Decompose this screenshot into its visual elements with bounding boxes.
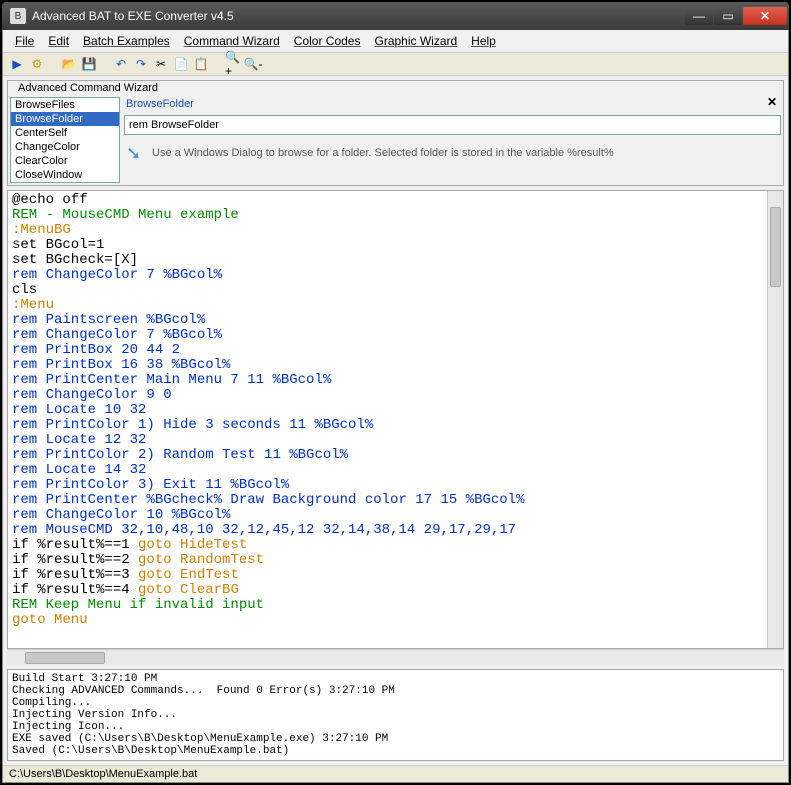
code-line: if %result%==3 goto EndTest — [12, 568, 763, 583]
zoom-out-icon[interactable]: 🔍- — [245, 56, 261, 72]
command-list-item[interactable]: ChangeColor — [11, 140, 119, 154]
code-line: rem ChangeColor 7 %BGcol% — [12, 328, 763, 343]
menu-color-codes[interactable]: Color Codes — [288, 32, 367, 50]
copy-icon[interactable]: 📄 — [173, 56, 189, 72]
code-line: rem ChangeColor 10 %BGcol% — [12, 508, 763, 523]
maximize-button[interactable]: ▭ — [714, 7, 742, 25]
status-path: C:\Users\B\Desktop\MenuExample.bat — [9, 768, 197, 780]
command-list-item[interactable]: CloseWindow — [11, 168, 119, 182]
wizard-command-title: BrowseFolder — [124, 97, 781, 111]
open-icon[interactable]: 📂 — [61, 56, 77, 72]
editor-horizontal-scrollbar[interactable] — [7, 649, 784, 665]
code-line: rem ChangeColor 9 0 — [12, 388, 763, 403]
code-editor-wrap: @echo offREM - MouseCMD Menu example:Men… — [7, 190, 784, 649]
code-line: goto Menu — [12, 613, 763, 628]
redo-icon[interactable]: ↷ — [133, 56, 149, 72]
code-editor[interactable]: @echo offREM - MouseCMD Menu example:Men… — [8, 191, 767, 648]
code-line: rem PrintBox 16 38 %BGcol% — [12, 358, 763, 373]
command-list-item[interactable]: CenterSelf — [11, 126, 119, 140]
code-line: if %result%==2 goto RandomTest — [12, 553, 763, 568]
code-line: rem PrintColor 3) Exit 11 %BGcol% — [12, 478, 763, 493]
menu-batch-examples[interactable]: Batch Examples — [77, 32, 176, 50]
command-list-item[interactable]: ClearColor — [11, 154, 119, 168]
code-line: REM Keep Menu if invalid input — [12, 598, 763, 613]
code-line: if %result%==1 goto HideTest — [12, 538, 763, 553]
wizard-description: Use a Windows Dialog to browse for a fol… — [152, 147, 614, 159]
titlebar[interactable]: B Advanced BAT to EXE Converter v4.5 — ▭… — [2, 2, 789, 30]
menu-command-wizard[interactable]: Command Wizard — [178, 32, 286, 50]
wizard-command-input[interactable] — [124, 115, 781, 135]
close-button[interactable]: ✕ — [743, 7, 787, 25]
output-console[interactable]: Build Start 3:27:10 PM Checking ADVANCED… — [7, 669, 784, 761]
command-list-item[interactable]: BrowseFiles — [11, 98, 119, 112]
code-line: rem ChangeColor 7 %BGcol% — [12, 268, 763, 283]
window-title: Advanced BAT to EXE Converter v4.5 — [32, 9, 685, 23]
code-line: rem Locate 12 32 — [12, 433, 763, 448]
gear-icon[interactable]: ⚙ — [29, 56, 45, 72]
code-line: rem PrintBox 20 44 2 — [12, 343, 763, 358]
code-line: if %result%==4 goto ClearBG — [12, 583, 763, 598]
app-window: B Advanced BAT to EXE Converter v4.5 — ▭… — [0, 0, 791, 785]
cut-icon[interactable]: ✂ — [153, 56, 169, 72]
code-line: :Menu — [12, 298, 763, 313]
code-line: REM - MouseCMD Menu example — [12, 208, 763, 223]
menu-file[interactable]: File — [9, 32, 40, 50]
wizard-panel-label: Advanced Command Wizard — [14, 82, 162, 94]
code-line: rem Locate 14 32 — [12, 463, 763, 478]
code-line: rem MouseCMD 32,10,48,10 32,12,45,12 32,… — [12, 523, 763, 538]
play-icon[interactable]: ▶ — [9, 56, 25, 72]
editor-vertical-scrollbar[interactable] — [767, 191, 783, 648]
code-line: cls — [12, 283, 763, 298]
app-icon: B — [10, 8, 26, 24]
command-list-item[interactable]: BrowseFolder — [11, 112, 119, 126]
menubar: File Edit Batch Examples Command Wizard … — [3, 30, 788, 53]
paste-icon[interactable]: 📋 — [193, 56, 209, 72]
command-list[interactable]: BrowseFilesBrowseFolderCenterSelfChangeC… — [10, 97, 120, 183]
save-icon[interactable]: 💾 — [81, 56, 97, 72]
undo-icon[interactable]: ↶ — [113, 56, 129, 72]
code-line: rem PrintColor 2) Random Test 11 %BGcol% — [12, 448, 763, 463]
code-line: @echo off — [12, 193, 763, 208]
code-line: rem PrintColor 1) Hide 3 seconds 11 %BGc… — [12, 418, 763, 433]
code-line: set BGcol=1 — [12, 238, 763, 253]
code-line: set BGcheck=[X] — [12, 253, 763, 268]
code-line: rem Paintscreen %BGcol% — [12, 313, 763, 328]
toolbar: ▶ ⚙ 📂 💾 ↶ ↷ ✂ 📄 📋 🔍+ 🔍- — [3, 53, 788, 76]
menu-edit[interactable]: Edit — [42, 32, 75, 50]
minimize-button[interactable]: — — [685, 7, 713, 25]
menu-graphic-wizard[interactable]: Graphic Wizard — [368, 32, 463, 50]
wizard-close-icon[interactable]: ✕ — [767, 95, 777, 109]
menu-help[interactable]: Help — [465, 32, 502, 50]
code-line: rem Locate 10 32 — [12, 403, 763, 418]
zoom-in-icon[interactable]: 🔍+ — [225, 56, 241, 72]
code-line: rem PrintCenter %BGcheck% Draw Backgroun… — [12, 493, 763, 508]
code-line: :MenuBG — [12, 223, 763, 238]
info-arrow-icon: ➘ — [126, 143, 146, 163]
statusbar: C:\Users\B\Desktop\MenuExample.bat — [3, 765, 788, 782]
command-wizard-panel: Advanced Command Wizard ✕ BrowseFilesBro… — [7, 80, 784, 186]
code-line: rem PrintCenter Main Menu 7 11 %BGcol% — [12, 373, 763, 388]
